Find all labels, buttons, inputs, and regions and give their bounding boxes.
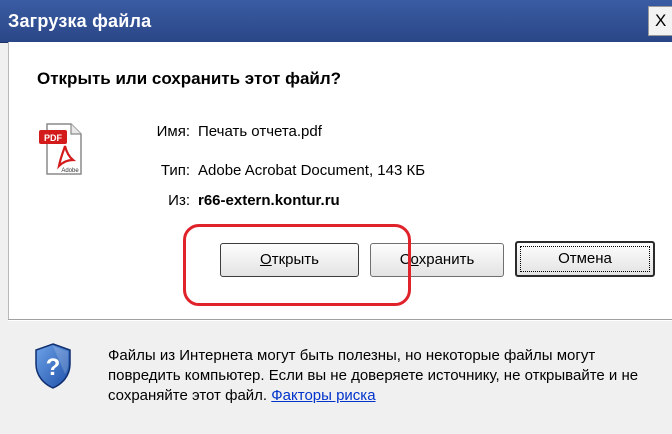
close-button[interactable]: X xyxy=(648,6,672,36)
source-host-value: r66-extern.kontur.ru xyxy=(198,192,340,209)
warning-text: Файлы из Интернета могут быть полезны, н… xyxy=(108,346,664,406)
title-bar: Загрузка файла X xyxy=(0,0,672,43)
window-title: Загрузка файла xyxy=(8,11,152,31)
dialog-heading: Открыть или сохранить этот файл? xyxy=(37,69,342,88)
save-label-rest: хранить xyxy=(418,251,475,268)
svg-text:?: ? xyxy=(46,354,61,381)
pdf-file-icon: PDF Adobe xyxy=(39,123,82,175)
file-type-value: Adobe Acrobat Document, 143 КБ xyxy=(198,162,426,179)
red-highlight-annotation xyxy=(183,224,411,306)
from-label: Из: xyxy=(168,192,190,209)
type-label: Тип: xyxy=(160,162,190,179)
cancel-button[interactable]: Отмена xyxy=(515,241,655,277)
risk-factors-link[interactable]: Факторы риска xyxy=(271,387,375,404)
svg-text:PDF: PDF xyxy=(44,133,63,143)
save-accel: о xyxy=(410,251,419,268)
divider-highlight xyxy=(8,320,672,321)
file-name-value: Печать отчета.pdf xyxy=(198,123,322,140)
name-label: Имя: xyxy=(156,123,190,140)
focus-ring xyxy=(520,246,650,272)
shield-question-icon: ? xyxy=(35,343,71,389)
svg-text:Adobe: Adobe xyxy=(61,168,79,174)
